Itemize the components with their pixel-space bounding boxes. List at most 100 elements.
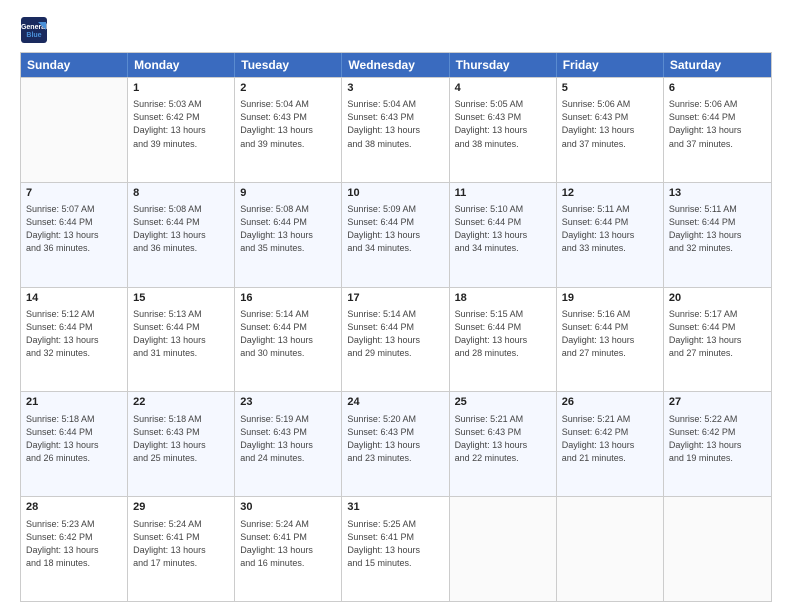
- day-info: Sunrise: 5:23 AM Sunset: 6:42 PM Dayligh…: [26, 518, 122, 570]
- day-info: Sunrise: 5:04 AM Sunset: 6:43 PM Dayligh…: [240, 98, 336, 150]
- day-number: 3: [347, 81, 443, 96]
- day-info: Sunrise: 5:08 AM Sunset: 6:44 PM Dayligh…: [133, 203, 229, 255]
- header-day-thursday: Thursday: [450, 53, 557, 77]
- day-info: Sunrise: 5:15 AM Sunset: 6:44 PM Dayligh…: [455, 308, 551, 360]
- cal-cell: 27 Sunrise: 5:22 AM Sunset: 6:42 PM Dayli…: [664, 392, 771, 496]
- day-info: Sunrise: 5:09 AM Sunset: 6:44 PM Dayligh…: [347, 203, 443, 255]
- day-number: 26: [562, 395, 658, 410]
- day-number: 5: [562, 81, 658, 96]
- day-info: Sunrise: 5:14 AM Sunset: 6:44 PM Dayligh…: [347, 308, 443, 360]
- day-info: Sunrise: 5:05 AM Sunset: 6:43 PM Dayligh…: [455, 98, 551, 150]
- day-number: 18: [455, 291, 551, 306]
- day-info: Sunrise: 5:14 AM Sunset: 6:44 PM Dayligh…: [240, 308, 336, 360]
- cal-cell: [450, 497, 557, 601]
- cal-cell: 17 Sunrise: 5:14 AM Sunset: 6:44 PM Dayli…: [342, 288, 449, 392]
- header-day-tuesday: Tuesday: [235, 53, 342, 77]
- cal-cell: [664, 497, 771, 601]
- day-info: Sunrise: 5:24 AM Sunset: 6:41 PM Dayligh…: [133, 518, 229, 570]
- day-info: Sunrise: 5:10 AM Sunset: 6:44 PM Dayligh…: [455, 203, 551, 255]
- day-number: 30: [240, 500, 336, 515]
- day-number: 29: [133, 500, 229, 515]
- calendar-header: SundayMondayTuesdayWednesdayThursdayFrid…: [21, 53, 771, 77]
- cal-cell: 20 Sunrise: 5:17 AM Sunset: 6:44 PM Dayli…: [664, 288, 771, 392]
- svg-text:Blue: Blue: [26, 32, 41, 39]
- day-number: 9: [240, 186, 336, 201]
- day-number: 8: [133, 186, 229, 201]
- day-number: 16: [240, 291, 336, 306]
- header-day-wednesday: Wednesday: [342, 53, 449, 77]
- day-number: 27: [669, 395, 766, 410]
- day-number: 25: [455, 395, 551, 410]
- day-info: Sunrise: 5:21 AM Sunset: 6:43 PM Dayligh…: [455, 413, 551, 465]
- day-number: 2: [240, 81, 336, 96]
- cal-cell: 22Sunrise: 5:18 AM Sunset: 6:43 PM Dayli…: [128, 392, 235, 496]
- cal-cell: 11Sunrise: 5:10 AM Sunset: 6:44 PM Dayli…: [450, 183, 557, 287]
- logo: General Blue: [20, 16, 48, 44]
- cal-cell: 31 Sunrise: 5:25 AM Sunset: 6:41 PM Dayli…: [342, 497, 449, 601]
- cal-cell: 16 Sunrise: 5:14 AM Sunset: 6:44 PM Dayli…: [235, 288, 342, 392]
- cal-cell: 12 Sunrise: 5:11 AM Sunset: 6:44 PM Dayli…: [557, 183, 664, 287]
- day-number: 28: [26, 500, 122, 515]
- day-number: 17: [347, 291, 443, 306]
- day-info: Sunrise: 5:21 AM Sunset: 6:42 PM Dayligh…: [562, 413, 658, 465]
- cal-cell: 4 Sunrise: 5:05 AM Sunset: 6:43 PM Daylig…: [450, 78, 557, 182]
- cal-cell: 7 Sunrise: 5:07 AM Sunset: 6:44 PM Daylig…: [21, 183, 128, 287]
- day-number: 20: [669, 291, 766, 306]
- header-day-sunday: Sunday: [21, 53, 128, 77]
- cal-cell: 26 Sunrise: 5:21 AM Sunset: 6:42 PM Dayli…: [557, 392, 664, 496]
- cal-cell: 28 Sunrise: 5:23 AM Sunset: 6:42 PM Dayli…: [21, 497, 128, 601]
- day-number: 15: [133, 291, 229, 306]
- cal-cell: 13 Sunrise: 5:11 AM Sunset: 6:44 PM Dayli…: [664, 183, 771, 287]
- day-info: Sunrise: 5:11 AM Sunset: 6:44 PM Dayligh…: [562, 203, 658, 255]
- week-row-5: 28 Sunrise: 5:23 AM Sunset: 6:42 PM Dayli…: [21, 496, 771, 601]
- header-day-saturday: Saturday: [664, 53, 771, 77]
- day-number: 12: [562, 186, 658, 201]
- day-number: 23: [240, 395, 336, 410]
- week-row-1: 1 Sunrise: 5:03 AM Sunset: 6:42 PM Daylig…: [21, 77, 771, 182]
- week-row-2: 7 Sunrise: 5:07 AM Sunset: 6:44 PM Daylig…: [21, 182, 771, 287]
- cal-cell: 25 Sunrise: 5:21 AM Sunset: 6:43 PM Dayli…: [450, 392, 557, 496]
- week-row-4: 21Sunrise: 5:18 AM Sunset: 6:44 PM Dayli…: [21, 391, 771, 496]
- cal-cell: 1 Sunrise: 5:03 AM Sunset: 6:42 PM Daylig…: [128, 78, 235, 182]
- cal-cell: [557, 497, 664, 601]
- cal-cell: 30 Sunrise: 5:24 AM Sunset: 6:41 PM Dayli…: [235, 497, 342, 601]
- page: General Blue SundayMondayTuesdayWednesda…: [0, 0, 792, 612]
- day-info: Sunrise: 5:12 AM Sunset: 6:44 PM Dayligh…: [26, 308, 122, 360]
- logo-icon: General Blue: [20, 16, 48, 44]
- cal-cell: 10 Sunrise: 5:09 AM Sunset: 6:44 PM Dayli…: [342, 183, 449, 287]
- calendar-body: 1 Sunrise: 5:03 AM Sunset: 6:42 PM Daylig…: [21, 77, 771, 601]
- day-info: Sunrise: 5:22 AM Sunset: 6:42 PM Dayligh…: [669, 413, 766, 465]
- day-info: Sunrise: 5:24 AM Sunset: 6:41 PM Dayligh…: [240, 518, 336, 570]
- day-info: Sunrise: 5:03 AM Sunset: 6:42 PM Dayligh…: [133, 98, 229, 150]
- day-info: Sunrise: 5:25 AM Sunset: 6:41 PM Dayligh…: [347, 518, 443, 570]
- day-info: Sunrise: 5:18 AM Sunset: 6:43 PM Dayligh…: [133, 413, 229, 465]
- day-info: Sunrise: 5:04 AM Sunset: 6:43 PM Dayligh…: [347, 98, 443, 150]
- header: General Blue: [20, 16, 772, 44]
- cal-cell: 8 Sunrise: 5:08 AM Sunset: 6:44 PM Daylig…: [128, 183, 235, 287]
- day-number: 6: [669, 81, 766, 96]
- day-info: Sunrise: 5:17 AM Sunset: 6:44 PM Dayligh…: [669, 308, 766, 360]
- cal-cell: 9Sunrise: 5:08 AM Sunset: 6:44 PM Daylig…: [235, 183, 342, 287]
- day-number: 4: [455, 81, 551, 96]
- calendar: SundayMondayTuesdayWednesdayThursdayFrid…: [20, 52, 772, 602]
- day-number: 31: [347, 500, 443, 515]
- header-day-friday: Friday: [557, 53, 664, 77]
- day-number: 1: [133, 81, 229, 96]
- day-info: Sunrise: 5:11 AM Sunset: 6:44 PM Dayligh…: [669, 203, 766, 255]
- day-info: Sunrise: 5:07 AM Sunset: 6:44 PM Dayligh…: [26, 203, 122, 255]
- day-number: 14: [26, 291, 122, 306]
- day-info: Sunrise: 5:13 AM Sunset: 6:44 PM Dayligh…: [133, 308, 229, 360]
- day-info: Sunrise: 5:06 AM Sunset: 6:43 PM Dayligh…: [562, 98, 658, 150]
- cal-cell: 29 Sunrise: 5:24 AM Sunset: 6:41 PM Dayli…: [128, 497, 235, 601]
- cal-cell: 5 Sunrise: 5:06 AM Sunset: 6:43 PM Daylig…: [557, 78, 664, 182]
- day-number: 13: [669, 186, 766, 201]
- cal-cell: 3 Sunrise: 5:04 AM Sunset: 6:43 PM Daylig…: [342, 78, 449, 182]
- day-number: 7: [26, 186, 122, 201]
- day-number: 10: [347, 186, 443, 201]
- cal-cell: 21Sunrise: 5:18 AM Sunset: 6:44 PM Dayli…: [21, 392, 128, 496]
- cal-cell: 24Sunrise: 5:20 AM Sunset: 6:43 PM Dayli…: [342, 392, 449, 496]
- day-info: Sunrise: 5:18 AM Sunset: 6:44 PM Dayligh…: [26, 413, 122, 465]
- cal-cell: 2 Sunrise: 5:04 AM Sunset: 6:43 PM Daylig…: [235, 78, 342, 182]
- week-row-3: 14 Sunrise: 5:12 AM Sunset: 6:44 PM Dayli…: [21, 287, 771, 392]
- day-info: Sunrise: 5:19 AM Sunset: 6:43 PM Dayligh…: [240, 413, 336, 465]
